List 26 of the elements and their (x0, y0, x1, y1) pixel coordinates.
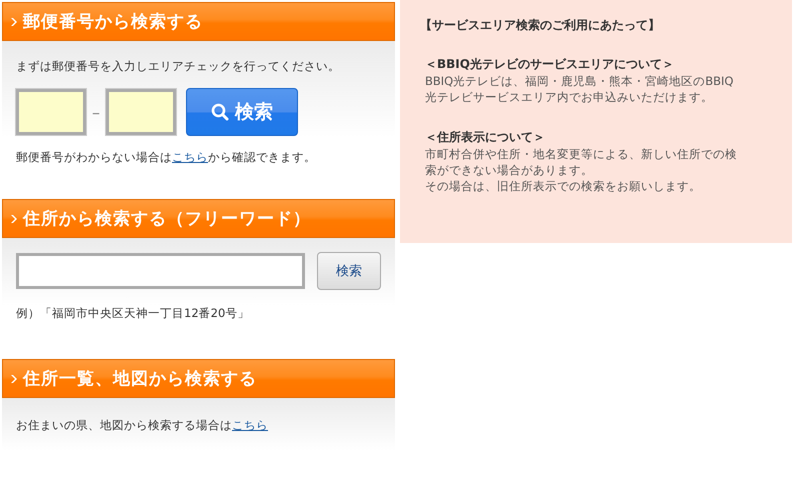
search-icon (211, 103, 229, 121)
postal-code-field[interactable] (16, 89, 86, 135)
address-field[interactable] (16, 253, 306, 289)
section-heading: ＜BBIQ光テレビのサービスエリアについて＞ (425, 56, 675, 73)
info-text: その場合は、旧住所表示での検索をお願いします。 (425, 178, 702, 194)
section-title: 郵便番号から検索する (23, 11, 203, 33)
bullet-icon (11, 374, 17, 382)
section-heading: ＜住所表示について＞ (425, 129, 546, 146)
postal-code-field[interactable] (106, 89, 176, 135)
note-text: 郵便番号がわからない場合は こちら から確認できます。 (16, 150, 317, 165)
instruction-text: まずは郵便番号を入力しエリアチェックを行ってください。 (16, 59, 341, 74)
info-text: 光テレビサービスエリア内でお申込みいただけます。 (425, 89, 714, 105)
info-text: BBIQ光テレビは、福岡・鹿児島・熊本・宮崎地区のBBIQ (425, 73, 734, 89)
bullet-icon (11, 18, 17, 26)
section-title: 住所から検索する（フリーワード） (23, 208, 311, 230)
section-title: 住所一覧、地図から検索する (23, 368, 257, 390)
panel-title: 【サービスエリア検索のご利用にあたって】 (420, 17, 661, 34)
bullet-icon (11, 214, 17, 222)
example-text: 例）「福岡市中央区天神一丁目12番20号」 (16, 306, 250, 321)
note-text: お住まいの県、地図から検索する場合は こちら (16, 418, 269, 433)
info-text: 市町村合併や住所・地名変更等による、新しい住所での検 (425, 146, 738, 162)
separator-text: – (92, 102, 100, 122)
link[interactable]: こちら (172, 150, 208, 164)
link[interactable]: こちら (232, 418, 268, 432)
info-text: 索ができない場合があります。 (425, 162, 594, 178)
search-button[interactable]: 検索 (317, 252, 381, 290)
